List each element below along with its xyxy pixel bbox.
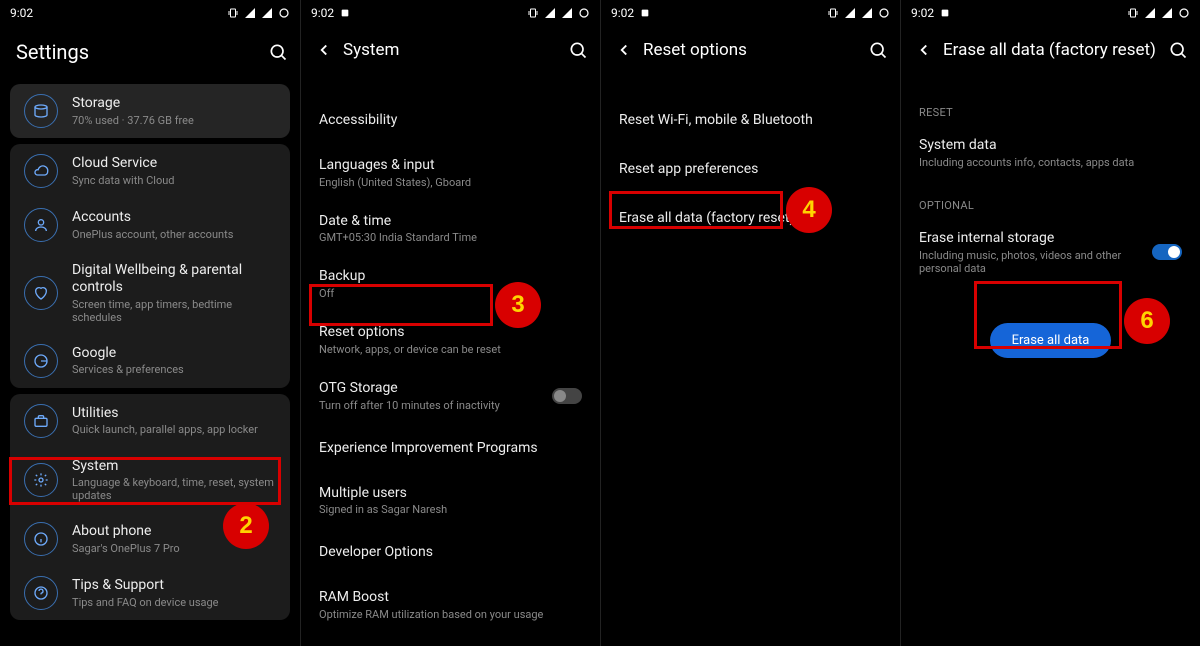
row-ramboost[interactable]: RAM Boost Optimize RAM utilization based… [301,577,600,633]
row-title: Storage [72,95,276,112]
row-accounts[interactable]: Accounts OnePlus account, other accounts [10,198,290,252]
signal1-icon [244,7,256,19]
step-badge-3: 3 [495,282,541,328]
row-erase-storage[interactable]: Erase internal storage Including music, … [901,218,1200,287]
erase-storage-toggle[interactable] [1152,244,1182,260]
row-sub: 70% used · 37.76 GB free [72,114,276,127]
row-backup[interactable]: Backup Off [301,256,600,312]
page-title: Settings [14,40,89,64]
vibrate-icon [227,7,239,19]
section-reset: RESET [901,88,1200,125]
row-tips[interactable]: Tips & Support Tips and FAQ on device us… [10,566,290,620]
search-icon[interactable] [560,40,588,60]
screenshot-icon [340,8,350,18]
step-badge-4: 4 [786,187,832,233]
info-icon [24,522,58,556]
screen-settings: 9:02 Settings Storage 70% used · 37.76 G… [0,0,300,646]
page-title: Erase all data (factory reset) [943,40,1160,60]
search-icon[interactable] [260,42,288,62]
signal2-icon [561,7,573,19]
page-title: Reset options [643,40,860,60]
screen-system: 9:02 System Accessibility Languages & in… [300,0,600,646]
step-badge-2: 2 [223,503,269,549]
search-icon[interactable] [1160,40,1188,60]
otg-toggle[interactable] [552,388,582,404]
status-time: 9:02 [311,6,334,20]
vibrate-icon [827,7,839,19]
google-icon [24,344,58,378]
signal2-icon [261,7,273,19]
gear-icon [24,463,58,497]
status-bar: 9:02 [901,0,1200,26]
screen-factory-reset: 9:02 Erase all data (factory reset) RESE… [900,0,1200,646]
row-system-data[interactable]: System data Including accounts info, con… [901,125,1200,181]
circle-icon [878,7,890,19]
signal1-icon [1144,7,1156,19]
circle-icon [578,7,590,19]
row-google[interactable]: Google Services & preferences [10,334,290,388]
storage-icon [24,94,58,128]
status-time: 9:02 [611,6,634,20]
screenshot-icon [940,8,950,18]
row-erase-all[interactable]: Erase all data (factory reset) [601,194,900,243]
status-time: 9:02 [10,6,33,20]
section-optional: OPTIONAL [901,181,1200,218]
help-icon [24,576,58,610]
circle-icon [1178,7,1190,19]
row-system-updates[interactable]: System updates [301,633,600,646]
row-developer[interactable]: Developer Options [301,528,600,577]
row-reset-options[interactable]: Reset options Network, apps, or device c… [301,312,600,368]
status-bar: 9:02 [0,0,300,26]
status-time: 9:02 [911,6,934,20]
vibrate-icon [1127,7,1139,19]
back-icon[interactable] [915,41,943,59]
search-icon[interactable] [860,40,888,60]
page-title: System [343,40,560,60]
vibrate-icon [527,7,539,19]
person-icon [24,208,58,242]
row-datetime[interactable]: Date & time GMT+05:30 India Standard Tim… [301,201,600,257]
row-cloud[interactable]: Cloud Service Sync data with Cloud [10,144,290,198]
status-bar: 9:02 [301,0,600,26]
row-utilities[interactable]: Utilities Quick launch, parallel apps, a… [10,394,290,448]
signal2-icon [1161,7,1173,19]
system-header: System [301,26,600,74]
status-bar: 9:02 [601,0,900,26]
screenshot-icon [640,8,650,18]
step-badge-6: 6 [1124,298,1170,344]
row-accessibility[interactable]: Accessibility [301,96,600,145]
row-reset-app[interactable]: Reset app preferences [601,145,900,194]
reset-header: Reset options [601,26,900,74]
row-reset-wifi[interactable]: Reset Wi-Fi, mobile & Bluetooth [601,96,900,145]
row-storage[interactable]: Storage 70% used · 37.76 GB free [10,84,290,138]
factory-header: Erase all data (factory reset) [901,26,1200,74]
row-wellbeing[interactable]: Digital Wellbeing & parental controls Sc… [10,252,290,334]
back-icon[interactable] [615,41,643,59]
row-experience[interactable]: Experience Improvement Programs [301,424,600,473]
toolbox-icon [24,404,58,438]
signal1-icon [544,7,556,19]
signal1-icon [844,7,856,19]
back-icon[interactable] [315,41,343,59]
row-multiple-users[interactable]: Multiple users Signed in as Sagar Naresh [301,473,600,529]
heart-icon [24,276,58,310]
cloud-icon [24,154,58,188]
row-languages[interactable]: Languages & input English (United States… [301,145,600,201]
erase-all-button[interactable]: Erase all data [990,323,1112,358]
signal2-icon [861,7,873,19]
settings-header: Settings [0,26,300,78]
screen-reset-options: 9:02 Reset options Reset Wi-Fi, mobile &… [600,0,900,646]
circle-icon [278,7,290,19]
row-otg[interactable]: OTG Storage Turn off after 10 minutes of… [301,368,600,424]
